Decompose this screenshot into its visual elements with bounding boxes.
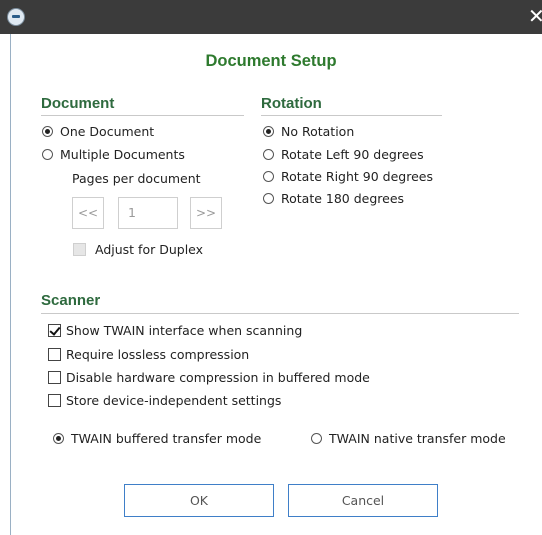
checkbox-show-twain-interface-label: Show TWAIN interface when scanning [66, 323, 303, 338]
document-divider [41, 115, 244, 116]
checkbox-disable-hw-compression-label: Disable hardware compression in buffered… [66, 370, 370, 385]
checkbox-indicator[interactable] [48, 324, 61, 337]
rotation-divider [261, 115, 442, 116]
pages-per-document-label: Pages per document [72, 171, 201, 186]
scanner-heading: Scanner [41, 292, 101, 309]
document-heading: Document [41, 95, 115, 112]
checkbox-indicator[interactable] [48, 348, 61, 361]
scanner-divider [41, 313, 519, 314]
dialog-title: Document Setup [205, 52, 337, 70]
checkbox-indicator[interactable] [73, 243, 86, 256]
ok-button[interactable]: OK [124, 484, 274, 517]
app-icon [7, 8, 25, 26]
radio-multiple-documents-label: Multiple Documents [60, 147, 185, 162]
radio-indicator[interactable] [53, 433, 64, 444]
checkbox-indicator[interactable] [48, 394, 61, 407]
radio-indicator[interactable] [42, 126, 53, 137]
checkbox-require-lossless-label: Require lossless compression [66, 347, 250, 362]
radio-twain-native-label: TWAIN native transfer mode [329, 431, 506, 446]
checkbox-indicator[interactable] [48, 371, 61, 384]
radio-indicator[interactable] [263, 149, 274, 160]
radio-indicator[interactable] [42, 149, 53, 160]
radio-twain-buffered-label: TWAIN buffered transfer mode [71, 431, 262, 446]
radio-indicator[interactable] [263, 126, 274, 137]
cancel-button[interactable]: Cancel [288, 484, 438, 517]
window-titlebar: ✕ [0, 0, 542, 34]
rotation-heading: Rotation [261, 95, 322, 112]
window-border [10, 34, 11, 535]
checkbox-store-device-independent-label: Store device-independent settings [66, 393, 282, 408]
pager-prev-button[interactable]: << [72, 197, 104, 229]
radio-rotate-left-90-label: Rotate Left 90 degrees [281, 147, 424, 162]
radio-one-document-label: One Document [60, 124, 155, 139]
radio-indicator[interactable] [263, 193, 274, 204]
radio-indicator[interactable] [311, 433, 322, 444]
radio-no-rotation-label: No Rotation [281, 124, 355, 139]
pager-next-button[interactable]: >> [190, 197, 222, 229]
radio-rotate-180-label: Rotate 180 degrees [281, 191, 405, 206]
adjust-duplex-label: Adjust for Duplex [95, 242, 204, 257]
radio-rotate-right-90-label: Rotate Right 90 degrees [281, 169, 433, 184]
radio-indicator[interactable] [263, 171, 274, 182]
close-icon[interactable]: ✕ [528, 4, 542, 28]
pages-per-document-input[interactable]: 1 [118, 197, 178, 229]
